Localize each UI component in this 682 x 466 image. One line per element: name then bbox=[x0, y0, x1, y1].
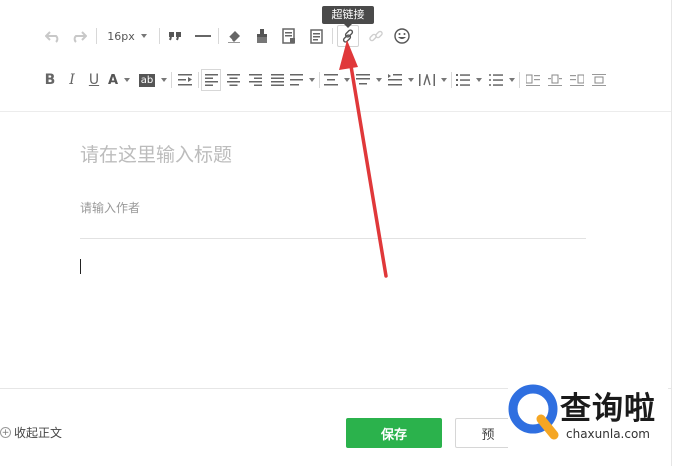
ordered-list-icon[interactable] bbox=[455, 69, 483, 91]
separator bbox=[319, 72, 320, 88]
first-line-indent-icon[interactable] bbox=[387, 69, 415, 91]
indent-icon[interactable] bbox=[175, 69, 195, 91]
separator bbox=[332, 28, 333, 44]
separator bbox=[519, 72, 520, 88]
background-color-glyph: ab bbox=[138, 73, 156, 87]
font-color-icon[interactable]: A bbox=[106, 69, 132, 91]
collapse-label: 收起正文 bbox=[14, 426, 63, 440]
font-size-value: 16px bbox=[107, 29, 135, 43]
chevron-down-icon bbox=[124, 78, 131, 82]
title-input[interactable] bbox=[80, 140, 580, 170]
chevron-down-icon bbox=[509, 78, 515, 82]
emoji-icon[interactable] bbox=[391, 25, 413, 47]
font-color-glyph: A bbox=[107, 72, 119, 88]
chevron-down-icon bbox=[476, 78, 482, 82]
background-color-icon[interactable]: ab bbox=[138, 69, 168, 91]
float-center-icon[interactable] bbox=[545, 69, 565, 91]
font-size-select[interactable]: 16px bbox=[104, 25, 150, 47]
eraser-icon[interactable] bbox=[223, 25, 245, 47]
line-height-icon[interactable] bbox=[323, 69, 351, 91]
undo-icon[interactable] bbox=[42, 25, 64, 47]
paragraph-spacing-icon[interactable] bbox=[355, 69, 383, 91]
format-brush-icon[interactable] bbox=[251, 25, 273, 47]
chevron-down-icon bbox=[408, 78, 414, 82]
separator bbox=[159, 28, 160, 44]
chevron-down-icon bbox=[161, 78, 168, 82]
save-button[interactable]: 保存 bbox=[346, 418, 442, 448]
separator bbox=[451, 72, 452, 88]
italic-icon[interactable]: I bbox=[62, 69, 82, 91]
insert-template-icon[interactable] bbox=[278, 25, 300, 47]
float-none-icon[interactable] bbox=[589, 69, 609, 91]
watermark-url: chaxunla.com bbox=[566, 427, 650, 441]
chevron-down-icon bbox=[376, 78, 382, 82]
separator bbox=[96, 28, 97, 44]
unordered-list-icon[interactable] bbox=[488, 69, 516, 91]
preview-label: 预 bbox=[481, 427, 495, 443]
plus-circle-icon: + bbox=[0, 427, 11, 438]
link-icon[interactable] bbox=[337, 25, 359, 47]
separator bbox=[171, 72, 172, 88]
watermark-brand: 查询啦 bbox=[560, 391, 656, 427]
chevron-down-icon bbox=[140, 34, 147, 38]
chevron-down-icon bbox=[308, 78, 315, 82]
justify-icon[interactable] bbox=[267, 69, 287, 91]
watermark-logo-icon bbox=[508, 384, 559, 440]
document-icon[interactable] bbox=[305, 25, 327, 47]
align-center-icon[interactable] bbox=[223, 69, 243, 91]
horizontal-rule-icon[interactable] bbox=[192, 25, 214, 47]
chevron-down-icon bbox=[441, 78, 447, 82]
underline-icon[interactable]: U bbox=[84, 69, 104, 91]
separator bbox=[198, 72, 199, 88]
float-left-icon[interactable] bbox=[523, 69, 543, 91]
letter-spacing-icon[interactable] bbox=[419, 69, 447, 91]
align-right-icon[interactable] bbox=[245, 69, 265, 91]
chevron-down-icon bbox=[344, 78, 350, 82]
blockquote-icon[interactable] bbox=[165, 25, 185, 47]
collapse-body-toggle[interactable]: + 收起正文 bbox=[0, 424, 62, 441]
unlink-icon[interactable] bbox=[365, 25, 387, 47]
author-input[interactable] bbox=[80, 198, 580, 218]
text-cursor[interactable] bbox=[80, 259, 81, 274]
align-dropdown-icon[interactable] bbox=[289, 69, 315, 91]
separator bbox=[218, 28, 219, 44]
float-right-icon[interactable] bbox=[567, 69, 587, 91]
bold-icon[interactable]: B bbox=[40, 69, 60, 91]
frame-border bbox=[671, 0, 672, 466]
toolbar-divider bbox=[0, 111, 672, 112]
redo-icon[interactable] bbox=[68, 25, 90, 47]
link-tooltip: 超链接 bbox=[322, 6, 374, 28]
header-divider bbox=[80, 238, 586, 239]
align-left-icon[interactable] bbox=[201, 69, 221, 91]
